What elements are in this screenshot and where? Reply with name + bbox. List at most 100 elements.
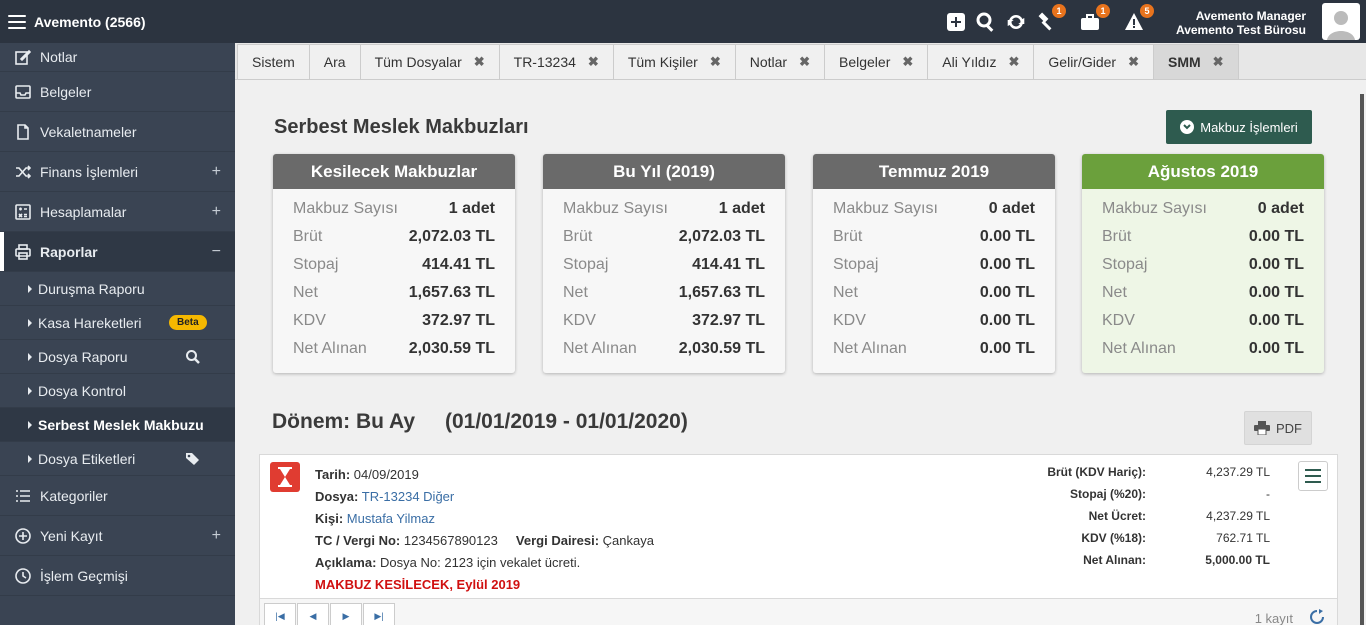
- brand[interactable]: Avemento (2566): [8, 0, 146, 43]
- tab-label: Tüm Dosyalar: [374, 54, 462, 70]
- tab-smm[interactable]: SMM ✖: [1153, 44, 1239, 79]
- card-row: Stopaj 0.00 TL: [833, 251, 1035, 279]
- button-label: Makbuz İşlemleri: [1200, 119, 1298, 135]
- row-value: 0.00 TL: [979, 312, 1035, 329]
- sidebar-subitem-serbest-meslek-makbuzu[interactable]: Serbest Meslek Makbuzu: [0, 408, 235, 442]
- close-icon[interactable]: ✖: [474, 54, 485, 70]
- row-value: 2,072.03 TL: [678, 228, 765, 245]
- plus-circle-icon: [14, 527, 32, 545]
- prev-page-icon[interactable]: ◀: [297, 603, 329, 625]
- card-row: Stopaj 0.00 TL: [1102, 251, 1304, 279]
- expand-toggle[interactable]: +: [212, 163, 221, 181]
- tab-gelir-gider[interactable]: Gelir/Gider ✖: [1033, 44, 1154, 79]
- collapse-toggle[interactable]: −: [212, 243, 221, 261]
- expand-toggle[interactable]: +: [212, 527, 221, 545]
- user-info[interactable]: Avemento Manager Avemento Test Bürosu: [1176, 9, 1306, 37]
- tab-tum-kisiler[interactable]: Tüm Kişiler ✖: [612, 44, 736, 79]
- briefcase-badge: 1: [1096, 4, 1110, 18]
- caret-right-icon: [28, 454, 32, 463]
- hammer-icon[interactable]: 1: [1034, 4, 1066, 34]
- expand-toggle[interactable]: +: [212, 203, 221, 221]
- tab-belgeler[interactable]: Belgeler ✖: [824, 44, 929, 79]
- last-page-icon[interactable]: ▶|: [363, 603, 395, 625]
- first-page-icon[interactable]: |◀: [264, 603, 296, 625]
- row-value: 2,072.03 TL: [408, 228, 495, 245]
- top-bar: Avemento (2566) 1 1 5 Avemento Manager A…: [0, 0, 1366, 43]
- close-icon[interactable]: ✖: [588, 54, 599, 70]
- button-label: PDF: [1276, 420, 1302, 436]
- caret-right-icon: [28, 284, 32, 293]
- row-value: 414.41 TL: [692, 256, 765, 273]
- sidebar-item-finans-islemleri[interactable]: Finans İşlemleri +: [0, 152, 235, 192]
- sidebar-subitem-dosya-etiketleri[interactable]: Dosya Etiketleri: [0, 442, 235, 476]
- receipt-record: Tarih: 04/09/2019 Dosya: TR-13234 Diğer …: [259, 454, 1338, 599]
- card-row: KDV 0.00 TL: [1102, 307, 1304, 335]
- page-title: Serbest Meslek Makbuzları: [274, 116, 529, 138]
- summary-row: Brüt (KDV Hariç): 4,237.29 TL: [1047, 465, 1270, 479]
- tab-ali-yildiz[interactable]: Ali Yıldız ✖: [927, 44, 1035, 79]
- sidebar-item-yeni-kayit[interactable]: Yeni Kayıt +: [0, 516, 235, 556]
- close-icon[interactable]: ✖: [1213, 54, 1224, 70]
- sidebar-subitem-durusma-raporu[interactable]: Duruşma Raporu: [0, 272, 235, 306]
- row-value: 0.00 TL: [1248, 312, 1304, 329]
- refresh-icon[interactable]: [1309, 609, 1327, 625]
- sidebar-subitem-label: Kasa Hareketleri: [38, 314, 142, 331]
- sidebar-subitem-dosya-raporu[interactable]: Dosya Raporu: [0, 340, 235, 374]
- summary-row: KDV (%18): 762.71 TL: [1081, 531, 1270, 545]
- close-icon[interactable]: ✖: [1009, 54, 1020, 70]
- card-row: Brüt 2,072.03 TL: [293, 223, 495, 251]
- close-icon[interactable]: ✖: [1128, 54, 1139, 70]
- alert-icon[interactable]: 5: [1122, 4, 1154, 34]
- row-label: Brüt: [833, 228, 863, 245]
- sidebar-subitem-kasa-hareketleri[interactable]: Kasa Hareketleri Beta: [0, 306, 235, 340]
- record-summary: Brüt (KDV Hariç): 4,237.29 TL Stopaj (%20…: [1010, 461, 1272, 571]
- add-icon[interactable]: [944, 10, 968, 34]
- row-value: 1,657.63 TL: [408, 284, 495, 301]
- card-row: Net Alınan 0.00 TL: [833, 335, 1035, 363]
- card-row: Brüt 0.00 TL: [833, 223, 1035, 251]
- row-label: Brüt: [1102, 228, 1132, 245]
- refresh-icon[interactable]: [1004, 10, 1028, 34]
- card-title: Kesilecek Makbuzlar: [273, 154, 515, 189]
- tab-sistem[interactable]: Sistem: [237, 44, 310, 79]
- tab-ara[interactable]: Ara: [308, 44, 361, 79]
- tab-tum-dosyalar[interactable]: Tüm Dosyalar ✖: [359, 44, 500, 79]
- close-icon[interactable]: ✖: [902, 54, 913, 70]
- sidebar-item-raporlar[interactable]: Raporlar −: [0, 232, 235, 272]
- search-icon[interactable]: [974, 10, 998, 34]
- card-row: Stopaj 414.41 TL: [563, 251, 765, 279]
- tab-label: SMM: [1168, 54, 1201, 70]
- sidebar-item-islem-gecmisi[interactable]: İşlem Geçmişi: [0, 556, 235, 596]
- close-icon[interactable]: ✖: [799, 54, 810, 70]
- sidebar-item-notlar[interactable]: Notlar: [0, 43, 235, 72]
- tab-tr-13234[interactable]: TR-13234 ✖: [498, 44, 614, 79]
- sidebar-item-belgeler[interactable]: Belgeler: [0, 72, 235, 112]
- sidebar-item-label: Raporlar: [40, 243, 98, 260]
- tab-notlar[interactable]: Notlar ✖: [734, 44, 825, 79]
- pdf-button[interactable]: PDF: [1244, 411, 1312, 445]
- avatar[interactable]: [1322, 3, 1360, 40]
- briefcase-icon[interactable]: 1: [1078, 4, 1110, 34]
- row-label: Stopaj: [1102, 256, 1148, 273]
- hamburger-menu-icon[interactable]: [8, 14, 26, 29]
- scrollbar[interactable]: [1360, 80, 1366, 625]
- period-heading: Dönem: Bu Ay (01/01/2019 - 01/01/2020): [272, 410, 688, 434]
- scrollbar-thumb[interactable]: [1360, 94, 1364, 625]
- file-link[interactable]: TR-13234 Diğer: [362, 489, 455, 504]
- sidebar-item-vekaletnameler[interactable]: Vekaletnameler: [0, 112, 235, 152]
- sidebar-item-hesaplamalar[interactable]: Hesaplamalar +: [0, 192, 235, 232]
- record-menu-button[interactable]: [1298, 461, 1328, 491]
- record-count: 1 kayıt: [1254, 611, 1293, 625]
- pager: |◀ ◀ ▶ ▶| 1 kayıt: [259, 599, 1338, 625]
- record-info: Tarih: 04/09/2019 Dosya: TR-13234 Diğer …: [315, 464, 654, 596]
- close-icon[interactable]: ✖: [710, 54, 721, 70]
- card-row: KDV 0.00 TL: [833, 307, 1035, 335]
- row-label: Net: [293, 284, 318, 301]
- makbuz-islemleri-button[interactable]: Makbuz İşlemleri: [1166, 110, 1312, 144]
- sidebar-subitem-dosya-kontrol[interactable]: Dosya Kontrol: [0, 374, 235, 408]
- next-page-icon[interactable]: ▶: [330, 603, 362, 625]
- summary-card-bu-yil: Bu Yıl (2019) Makbuz Sayısı 1 adet Brüt 2,…: [543, 154, 785, 373]
- person-link[interactable]: Mustafa Yilmaz: [347, 511, 435, 526]
- row-label: KDV: [293, 312, 326, 329]
- sidebar-item-kategoriler[interactable]: Kategoriler: [0, 476, 235, 516]
